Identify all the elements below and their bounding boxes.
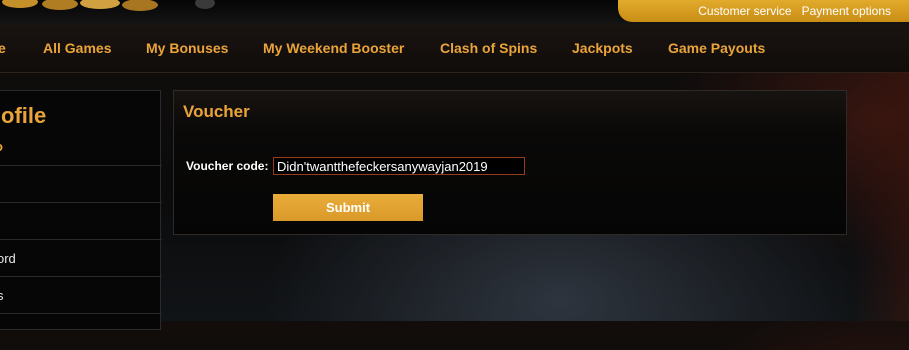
voucher-title: Voucher — [183, 102, 250, 121]
submit-button[interactable]: Submit — [273, 194, 423, 221]
voucher-code-input[interactable] — [273, 157, 525, 175]
logo-decoration-icon — [2, 0, 215, 11]
main-nav: e All Games My Bonuses My Weekend Booste… — [0, 24, 909, 73]
sidebar-subtitle: o — [0, 139, 3, 151]
top-links-bar: Customer service Payment options — [618, 0, 909, 22]
nav-item-clash-of-spins[interactable]: Clash of Spins — [440, 40, 537, 56]
sidebar-item[interactable] — [0, 202, 162, 239]
sidebar-title: ofile — [1, 103, 47, 128]
sidebar-item[interactable] — [0, 165, 162, 202]
sidebar-item-password[interactable]: ord — [0, 239, 162, 276]
sidebar-item-label: s — [0, 288, 4, 303]
profile-sidebar: ofile o ord s — [0, 90, 162, 330]
nav-item-game-payouts[interactable]: Game Payouts — [668, 40, 765, 56]
background-edge — [852, 72, 909, 321]
sidebar-item[interactable] — [0, 313, 162, 350]
sidebar-item-label: ord — [0, 251, 16, 266]
nav-item-my-bonuses[interactable]: My Bonuses — [146, 40, 228, 56]
customer-service-link[interactable]: Customer service — [698, 4, 791, 18]
payment-options-link[interactable]: Payment options — [802, 4, 891, 18]
voucher-code-label: Voucher code: — [186, 159, 269, 173]
top-strip: Customer service Payment options — [0, 0, 909, 24]
nav-item-home[interactable]: e — [0, 40, 6, 56]
sidebar-item[interactable]: s — [0, 276, 162, 313]
voucher-panel: Voucher Voucher code: Submit — [173, 90, 847, 235]
nav-item-jackpots[interactable]: Jackpots — [572, 40, 633, 56]
nav-item-all-games[interactable]: All Games — [43, 40, 111, 56]
nav-item-my-weekend-booster[interactable]: My Weekend Booster — [263, 40, 404, 56]
